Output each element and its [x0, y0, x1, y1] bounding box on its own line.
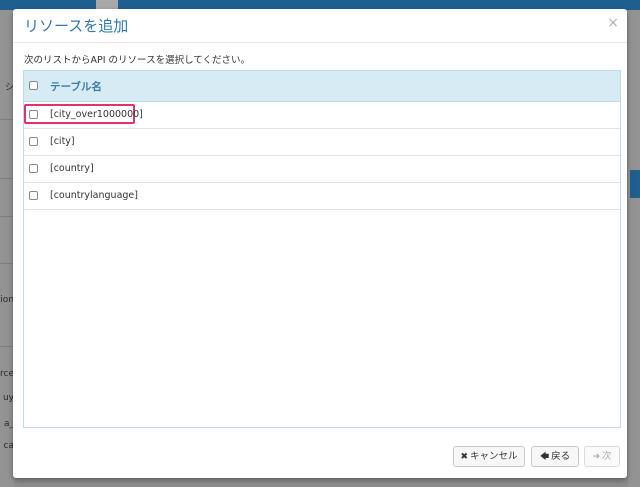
- background-fragment: シ: [4, 83, 14, 93]
- back-button[interactable]: 🡄 戻る: [531, 446, 579, 467]
- next-button-label: 次: [602, 451, 612, 462]
- table-name-header: テーブル名: [50, 81, 102, 93]
- next-button[interactable]: ➔ 次: [584, 446, 620, 467]
- row-label: [countrylanguage]: [50, 190, 138, 201]
- row-checkbox[interactable]: [29, 137, 38, 146]
- close-icon[interactable]: ×: [607, 15, 619, 31]
- background-fragment: _a: [3, 419, 14, 429]
- table-row[interactable]: [city_over1000000]: [24, 102, 620, 129]
- dialog-header: リソースを追加 ×: [13, 9, 627, 43]
- select-all-checkbox[interactable]: [29, 81, 38, 90]
- row-label: [city]: [50, 136, 75, 147]
- table-header: テーブル名: [24, 71, 620, 102]
- background-right-panel: [628, 10, 640, 487]
- add-resource-dialog: リソースを追加 × 次のリストからAPI のリソースを選択してください。 テーブ…: [13, 9, 627, 478]
- background-left-panel: シ tion rce uy _a ca: [0, 10, 14, 487]
- background-fragment: tion: [0, 295, 14, 305]
- times-icon: ✖: [460, 452, 469, 462]
- background-fragment: uy: [2, 393, 14, 403]
- instruction-text: 次のリストからAPI のリソースを選択してください。: [24, 55, 251, 66]
- background-fragment: ca: [3, 441, 14, 451]
- background-chip: [630, 170, 640, 198]
- back-button-label: 戻る: [551, 451, 571, 462]
- arrow-left-icon: 🡄: [539, 452, 550, 462]
- background-divider: [0, 346, 14, 347]
- row-checkbox[interactable]: [29, 164, 38, 173]
- background-divider: [0, 178, 14, 179]
- table-row[interactable]: [country]: [24, 156, 620, 183]
- table-row[interactable]: [city]: [24, 129, 620, 156]
- row-label: [country]: [50, 163, 94, 174]
- cancel-button[interactable]: ✖ キャンセル: [453, 446, 525, 467]
- row-label: [city_over1000000]: [50, 109, 143, 120]
- row-checkbox[interactable]: [29, 191, 38, 200]
- dialog-title: リソースを追加: [24, 17, 129, 35]
- cancel-button-label: キャンセル: [470, 451, 518, 462]
- background-divider: [0, 216, 14, 217]
- table-row[interactable]: [countrylanguage]: [24, 183, 620, 210]
- background-divider: [0, 119, 14, 120]
- background-divider: [0, 263, 14, 264]
- resource-table: テーブル名 [city_over1000000] [city] [country…: [23, 70, 621, 428]
- dialog-footer: ✖ キャンセル 🡄 戻る ➔ 次: [13, 438, 627, 478]
- background-fragment: rce: [0, 369, 14, 379]
- row-checkbox[interactable]: [29, 110, 38, 119]
- arrow-right-icon: ➔: [592, 452, 601, 462]
